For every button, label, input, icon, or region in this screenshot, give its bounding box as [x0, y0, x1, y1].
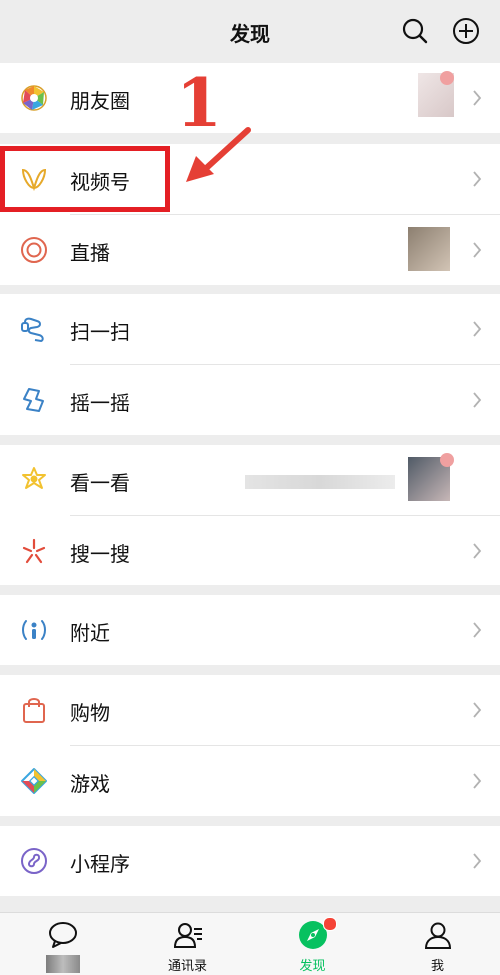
list-item-search[interactable]: 搜一搜 — [0, 516, 500, 586]
list-item-live[interactable]: 直播 — [0, 215, 500, 285]
tab-contacts[interactable]: 通讯录 — [125, 913, 250, 975]
nearby-icon — [22, 620, 46, 640]
live-thumbnail — [408, 227, 450, 271]
section-moments: 朋友圈 — [0, 63, 500, 133]
annotation-highlight-box — [0, 146, 170, 212]
list-item-scan[interactable]: 扫一扫 — [0, 294, 500, 364]
list-item-mini-programs[interactable]: 小程序 — [0, 826, 500, 896]
list-item-games[interactable]: 游戏 — [0, 746, 500, 816]
section-nearby: 附近 — [0, 595, 500, 665]
add-icon[interactable] — [451, 16, 481, 46]
section-shop-games: 购物 游戏 — [0, 675, 500, 816]
tab-label: 发现 — [299, 959, 326, 974]
top-stories-icon — [22, 467, 46, 489]
search-spark-icon — [22, 538, 46, 564]
tab-discover[interactable]: 发现 — [250, 913, 375, 975]
section-scan-shake: 扫一扫 摇一摇 — [0, 294, 500, 435]
list-item-label: 附近 — [70, 621, 110, 645]
list-item-nearby[interactable]: 附近 — [0, 595, 500, 665]
chevron-right-icon — [473, 171, 482, 187]
list-item-label: 摇一摇 — [70, 391, 130, 415]
tab-label: 通讯录 — [167, 959, 207, 974]
scan-icon — [21, 317, 44, 343]
preview-text-blurred — [245, 475, 395, 489]
shopping-bag-icon — [23, 698, 45, 723]
annotation-arrow-icon — [186, 127, 251, 182]
top-bar: 发现 — [0, 0, 500, 62]
unread-dot — [440, 71, 454, 85]
list-item-label: 搜一搜 — [70, 542, 130, 566]
notification-dot — [323, 917, 337, 931]
list-item-label: 直播 — [70, 241, 110, 265]
list-item-shopping[interactable]: 购物 — [0, 675, 500, 745]
shake-icon — [23, 388, 44, 412]
chevron-right-icon — [473, 242, 482, 258]
mini-program-icon — [21, 848, 47, 874]
list-item-label: 朋友圈 — [70, 89, 130, 113]
section-top-search: 看一看 搜一搜 — [0, 445, 500, 585]
chat-bubble-icon — [49, 922, 77, 948]
list-item-label: 扫一扫 — [70, 320, 130, 344]
tab-chats[interactable] — [0, 913, 125, 975]
search-icon[interactable] — [400, 16, 430, 46]
list-item-moments[interactable]: 朋友圈 — [0, 63, 500, 133]
chevron-right-icon — [473, 543, 482, 559]
list-item-label: 游戏 — [70, 772, 110, 796]
list-item-label: 购物 — [70, 701, 110, 725]
games-icon — [21, 768, 47, 794]
list-item-label: 看一看 — [70, 471, 130, 495]
chevron-right-icon — [473, 702, 482, 718]
list-item-shake[interactable]: 摇一摇 — [0, 365, 500, 435]
moments-icon — [21, 85, 47, 111]
bottom-tab-bar: 通讯录 发现 我 — [0, 912, 500, 975]
tab-me[interactable]: 我 — [375, 913, 500, 975]
unread-dot — [440, 453, 454, 467]
tab-label-obscured — [46, 955, 80, 973]
list-item-top-stories[interactable]: 看一看 — [0, 445, 500, 515]
chevron-right-icon — [473, 321, 482, 337]
live-icon — [21, 237, 47, 263]
contacts-icon — [173, 923, 202, 948]
tab-label: 我 — [430, 959, 444, 974]
profile-icon — [424, 922, 452, 949]
chevron-right-icon — [473, 392, 482, 408]
chevron-right-icon — [473, 853, 482, 869]
chevron-right-icon — [473, 773, 482, 789]
chevron-right-icon — [473, 622, 482, 638]
chevron-right-icon — [473, 90, 482, 106]
list-item-label: 小程序 — [70, 852, 130, 876]
section-mini-programs: 小程序 — [0, 826, 500, 896]
